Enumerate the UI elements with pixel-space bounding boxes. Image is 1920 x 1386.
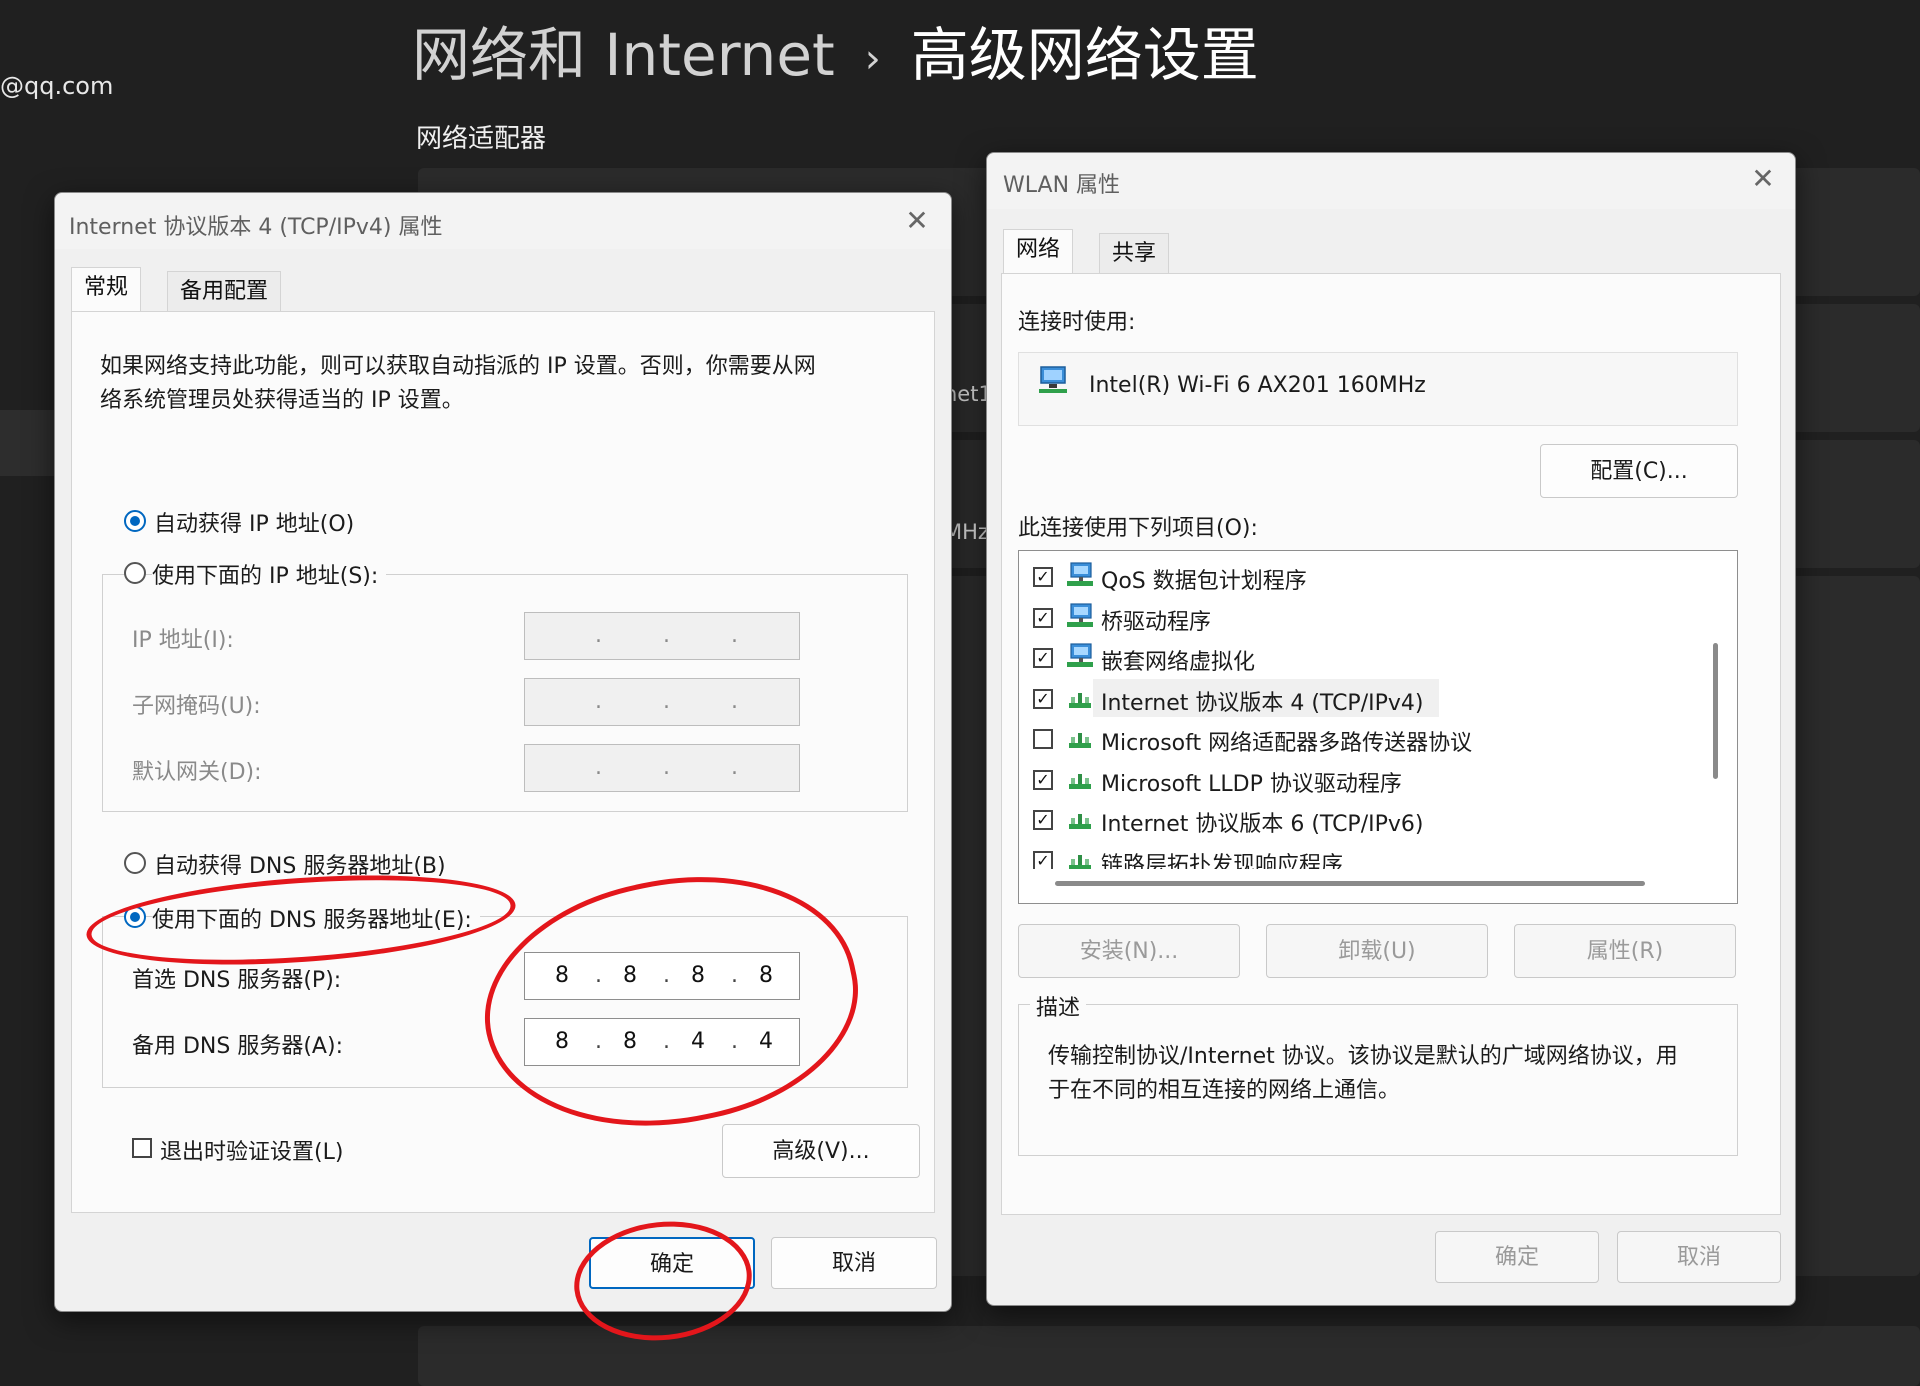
list-item-label: 桥驱动程序	[1101, 609, 1212, 635]
ip-dot: .	[595, 755, 602, 780]
ip-dot: .	[595, 689, 602, 714]
list-item-label: 嵌套网络虚拟化	[1101, 650, 1256, 675]
wlan-properties-dialog: WLAN 属性 ✕ 网络 共享 连接时使用: Intel(R) Wi-Fi 6 …	[986, 152, 1796, 1306]
ip-address-field[interactable]: . . .	[524, 612, 800, 660]
auto-dns-radio[interactable]	[124, 852, 146, 874]
subnet-mask-field[interactable]: . . .	[524, 678, 800, 726]
component-checkbox[interactable]	[1033, 729, 1053, 749]
manual-ip-radio[interactable]	[124, 562, 146, 584]
close-icon[interactable]: ✕	[1743, 159, 1783, 199]
protocol-icon	[1069, 733, 1091, 748]
advanced-button[interactable]: 高级(V)...	[722, 1124, 920, 1178]
default-gateway-field[interactable]: . . .	[524, 744, 800, 792]
auto-ip-radio[interactable]	[124, 510, 146, 532]
configure-button[interactable]: 配置(C)...	[1540, 444, 1738, 498]
network-service-icon	[1067, 602, 1093, 627]
install-button[interactable]: 安装(N)...	[1018, 924, 1240, 978]
network-service-icon	[1067, 643, 1093, 667]
vertical-scrollbar[interactable]	[1713, 643, 1718, 779]
list-item[interactable]: ✓ Internet 协议版本 6 (TCP/IPv6)	[1019, 800, 1709, 840]
component-checkbox[interactable]: ✓	[1033, 769, 1053, 790]
ip-dot: .	[731, 623, 738, 648]
ip-dot: .	[663, 623, 670, 648]
component-checkbox[interactable]: ✓	[1033, 688, 1053, 709]
properties-button[interactable]: 属性(R)	[1514, 924, 1736, 978]
components-list[interactable]: ✓ QoS 数据包计划程序 ✓ 桥驱动程序 ✓ 嵌套网络虚拟化 ✓ Internet 协议版本…	[1018, 550, 1738, 904]
preferred-dns-label: 首选 DNS 服务器(P):	[132, 968, 342, 993]
description-line: 如果网络支持此功能，则可以获取自动指派的 IP 设置。否则，你需要从网	[100, 354, 816, 379]
section-title: 网络适配器	[416, 124, 547, 154]
ipv4-properties-dialog: Internet 协议版本 4 (TCP/IPv4) 属性 ✕ 常规 备用配置 …	[54, 192, 952, 1312]
ip-dot: .	[663, 689, 670, 714]
description-label: 描述	[1030, 990, 1087, 1022]
breadcrumb-current: 高级网络设置	[910, 21, 1259, 89]
tab-general[interactable]: 常规	[71, 267, 142, 312]
horizontal-scrollbar-track	[1019, 869, 1737, 903]
chevron-right-icon: ›	[864, 35, 881, 82]
sidebar-selected-item[interactable]	[0, 410, 58, 476]
component-checkbox[interactable]: ✓	[1033, 607, 1053, 628]
tab-sharing[interactable]: 共享	[1099, 233, 1170, 274]
tab-network[interactable]: 网络	[1003, 229, 1074, 274]
list-item-label: Internet 协议版本 4 (TCP/IPv4)	[1101, 690, 1424, 716]
list-item[interactable]: ✓ Microsoft LLDP 协议驱动程序	[1019, 760, 1709, 800]
list-item[interactable]: ✓ 嵌套网络虚拟化	[1019, 638, 1709, 678]
tab-alternate-config[interactable]: 备用配置	[167, 271, 282, 312]
title-bar[interactable]: WLAN 属性 ✕	[987, 153, 1795, 209]
ip-dot: .	[663, 755, 670, 780]
validate-on-exit-checkbox[interactable]	[132, 1138, 152, 1158]
uninstall-button[interactable]: 卸载(U)	[1266, 924, 1488, 978]
network-tab-panel: 连接时使用: Intel(R) Wi-Fi 6 AX201 160MHz 配置(…	[1001, 273, 1781, 1215]
list-item-label: Internet 协议版本 6 (TCP/IPv6)	[1101, 812, 1424, 837]
horizontal-scrollbar[interactable]	[1055, 881, 1645, 886]
ip-dot: .	[731, 755, 738, 780]
ip-dot: .	[595, 623, 602, 648]
ok-button[interactable]: 确定	[1435, 1231, 1599, 1283]
component-checkbox[interactable]: ✓	[1033, 567, 1053, 587]
general-tab-panel: 如果网络支持此功能，则可以获取自动指派的 IP 设置。否则，你需要从网 络系统管…	[71, 311, 935, 1213]
network-adapter-icon	[1039, 366, 1067, 393]
alternate-dns-label: 备用 DNS 服务器(A):	[132, 1034, 343, 1059]
component-checkbox[interactable]: ✓	[1033, 648, 1053, 668]
auto-ip-label[interactable]: 自动获得 IP 地址(O)	[154, 506, 354, 538]
connect-using-label: 连接时使用:	[1018, 310, 1136, 335]
ip-dot: .	[731, 689, 738, 714]
list-item[interactable]: ✓ Internet 协议版本 4 (TCP/IPv4)	[1019, 678, 1709, 719]
list-item[interactable]: Microsoft 网络适配器多路传送器协议	[1019, 719, 1709, 759]
breadcrumb-parent[interactable]: 网络和 Internet	[412, 21, 835, 89]
adapter-box: Intel(R) Wi-Fi 6 AX201 160MHz	[1018, 352, 1738, 426]
cancel-button[interactable]: 取消	[1617, 1231, 1781, 1283]
description-line: 络系统管理员处获得适当的 IP 设置。	[100, 388, 464, 413]
dialog-title: WLAN 属性	[1003, 173, 1121, 198]
page-title: 网络和 Internet › 高级网络设置	[412, 8, 1259, 92]
dialog-title: Internet 协议版本 4 (TCP/IPv4) 属性	[69, 215, 443, 240]
list-item-label: QoS 数据包计划程序	[1101, 569, 1307, 594]
list-item-label: Microsoft LLDP 协议驱动程序	[1101, 771, 1402, 797]
items-label: 此连接使用下列项目(O):	[1018, 516, 1258, 541]
account-email: @qq.com	[0, 72, 114, 100]
protocol-icon	[1069, 692, 1091, 708]
default-gateway-label: 默认网关(D):	[132, 760, 262, 785]
list-item-label: Microsoft 网络适配器多路传送器协议	[1101, 731, 1473, 756]
list-item[interactable]: ✓ QoS 数据包计划程序	[1019, 557, 1709, 597]
adapter-name: Intel(R) Wi-Fi 6 AX201 160MHz	[1089, 373, 1426, 398]
subnet-mask-label: 子网掩码(U):	[132, 694, 261, 719]
description-line: 于在不同的相互连接的网络上通信。	[1048, 1078, 1401, 1103]
close-icon[interactable]: ✕	[897, 201, 937, 241]
ip-address-label: IP 地址(I):	[132, 628, 234, 653]
validate-on-exit-label[interactable]: 退出时验证设置(L)	[160, 1134, 343, 1166]
protocol-icon	[1069, 773, 1091, 789]
list-item[interactable]: ✓ 桥驱动程序	[1019, 598, 1709, 638]
manual-ip-label[interactable]: 使用下面的 IP 地址(S):	[152, 558, 387, 590]
title-bar[interactable]: Internet 协议版本 4 (TCP/IPv4) 属性 ✕	[55, 193, 951, 249]
description-line: 传输控制协议/Internet 协议。该协议是默认的广域网络协议，用	[1048, 1044, 1678, 1069]
protocol-icon	[1069, 814, 1091, 829]
component-checkbox[interactable]: ✓	[1033, 810, 1053, 830]
cancel-button[interactable]: 取消	[771, 1237, 937, 1289]
component-checkbox[interactable]: ✓	[1033, 850, 1053, 871]
network-service-icon	[1067, 562, 1093, 586]
